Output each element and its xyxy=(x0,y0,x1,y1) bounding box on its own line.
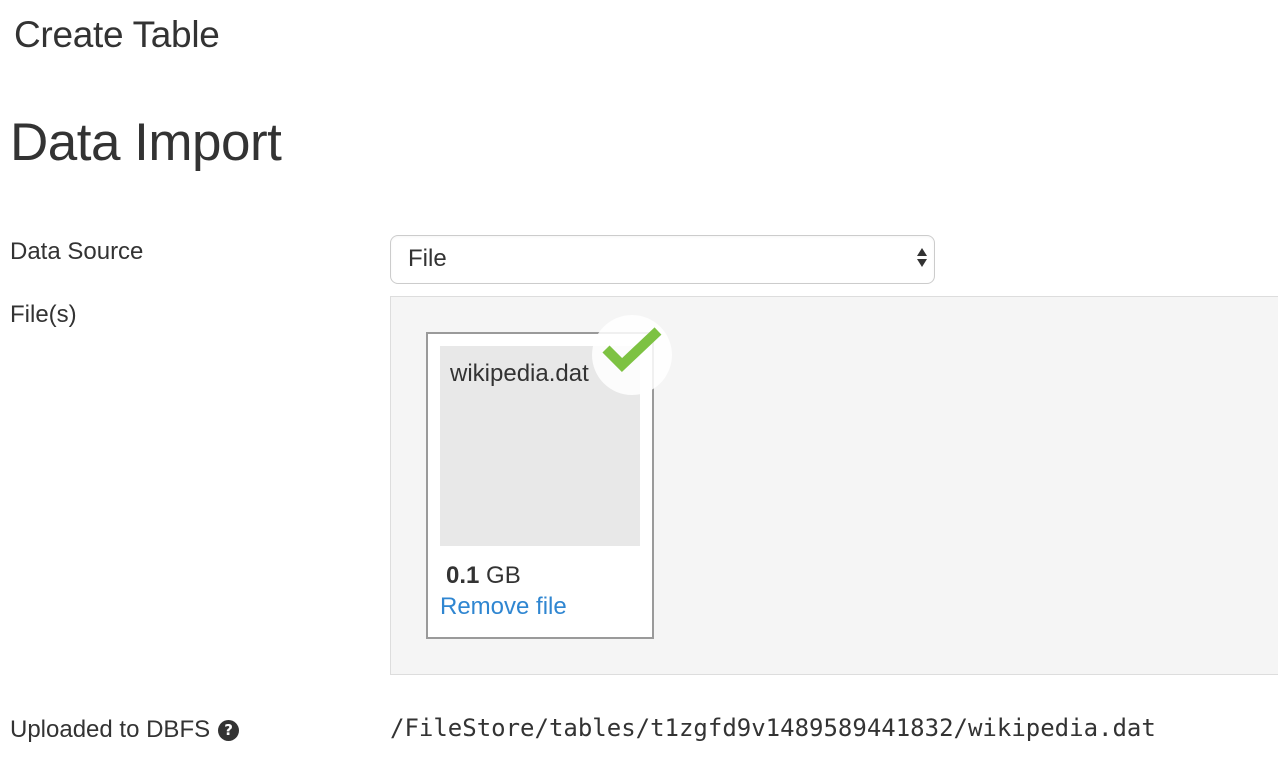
remove-file-link[interactable]: Remove file xyxy=(440,593,567,621)
file-size-unit: GB xyxy=(486,562,521,589)
upload-success-badge xyxy=(592,315,672,395)
data-source-select[interactable]: File xyxy=(390,235,935,284)
select-arrows-icon xyxy=(917,248,927,267)
files-label: File(s) xyxy=(10,301,77,328)
data-source-selected-value: File xyxy=(408,245,447,272)
file-name: wikipedia.dat xyxy=(450,360,589,387)
dbfs-path: /FileStore/tables/t1zgfd9v1489589441832/… xyxy=(390,714,1156,742)
check-icon xyxy=(602,327,662,372)
file-size: 0.1 GB xyxy=(446,562,521,590)
create-table-page: Create Table Data Import Data Source Fil… xyxy=(0,0,1278,770)
dbfs-label-row: Uploaded to DBFS ? xyxy=(10,716,240,744)
page-title: Create Table xyxy=(14,14,220,55)
question-circle-icon[interactable]: ? xyxy=(218,719,240,741)
dbfs-label: Uploaded to DBFS xyxy=(10,716,211,743)
data-source-label: Data Source xyxy=(10,238,144,265)
section-title: Data Import xyxy=(10,113,282,172)
file-size-value: 0.1 xyxy=(446,562,480,589)
